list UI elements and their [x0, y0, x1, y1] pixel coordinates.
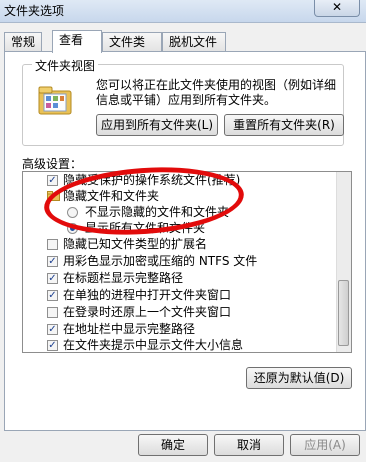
checkbox[interactable]: ✓ — [47, 324, 58, 335]
radio-selected-dot — [70, 226, 75, 231]
title-bar: 文件夹选项 ✕ — [0, 0, 366, 23]
apply-button[interactable]: 应用(A) — [290, 434, 360, 456]
reset-all-folders-button[interactable]: 重置所有文件夹(R) — [224, 114, 344, 136]
radio-button[interactable] — [67, 207, 78, 218]
ok-button[interactable]: 确定 — [138, 434, 208, 456]
tab-offline-files[interactable]: 脱机文件 — [162, 32, 226, 51]
advanced-settings-list[interactable]: ✓ 隐藏受保护的操作系统文件(推荐) 隐藏文件和文件夹 不显示隐藏的文件和文件夹… — [22, 171, 352, 353]
checkbox[interactable]: ✓ — [47, 256, 58, 267]
restore-defaults-button[interactable]: 还原为默认值(D) — [246, 367, 352, 389]
checkbox[interactable]: ✓ — [47, 175, 58, 186]
checkbox[interactable]: ✓ — [47, 273, 58, 284]
folder-view-description: 您可以将正在此文件夹使用的视图（例如详细 信息或平铺）应用到所有文件夹。 — [96, 78, 337, 107]
tab-file-types[interactable]: 文件类型 — [102, 32, 162, 68]
folder-icon — [47, 191, 60, 201]
checkbox[interactable] — [47, 239, 58, 250]
tab-view[interactable]: 查看 — [52, 30, 102, 53]
checkbox[interactable]: ✓ — [47, 340, 58, 351]
checkbox[interactable]: ✓ — [47, 290, 58, 301]
checkbox[interactable] — [47, 307, 58, 318]
folder-views-icon — [38, 86, 72, 115]
close-icon: ✕ — [331, 0, 343, 14]
list-scrollbar[interactable] — [336, 172, 351, 352]
scrollbar-thumb[interactable] — [338, 280, 349, 346]
advanced-settings-label: 高级设置： — [22, 157, 83, 171]
folder-view-group-title: 文件夹视图 — [32, 57, 99, 74]
close-button[interactable]: ✕ — [314, 0, 360, 17]
radio-button[interactable] — [67, 223, 78, 234]
apply-to-all-folders-button[interactable]: 应用到所有文件夹(L) — [96, 114, 218, 136]
cancel-button[interactable]: 取消 — [214, 434, 284, 456]
tab-general[interactable]: 常规 — [4, 32, 42, 51]
window-title: 文件夹选项 — [4, 4, 65, 18]
